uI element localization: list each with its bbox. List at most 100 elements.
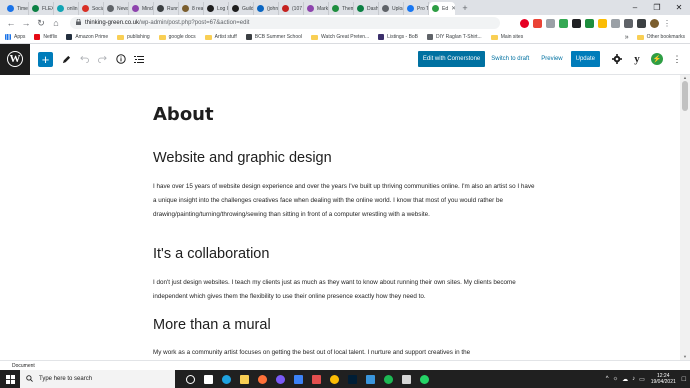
bookmark-item[interactable]: DIY Raglan T-Shirt... [427, 34, 482, 40]
wordpress-logo-button[interactable]: W [0, 43, 30, 75]
switch-to-draft-button[interactable]: Switch to draft [491, 56, 529, 62]
browser-menu-icon[interactable]: ⋮ [663, 19, 671, 28]
taskbar-media-button[interactable] [271, 370, 289, 388]
taskbar-file-explorer-button[interactable] [235, 370, 253, 388]
tray-icon[interactable]: ^ [606, 376, 609, 383]
profile-avatar[interactable] [650, 18, 659, 28]
taskbar-spotify-button[interactable] [379, 370, 397, 388]
taskbar-photoshop-button[interactable] [343, 370, 361, 388]
tray-icon[interactable]: ☼ [613, 376, 619, 383]
details-info-icon[interactable] [113, 52, 128, 67]
extension-icon[interactable] [585, 18, 594, 28]
taskbar-chrome-button[interactable] [325, 370, 343, 388]
more-options-icon[interactable]: ⋮ [670, 52, 684, 66]
extension-icon[interactable] [611, 18, 620, 28]
taskbar-edge-button[interactable] [217, 370, 235, 388]
browser-tab[interactable]: (107 [279, 2, 304, 15]
url-bar[interactable]: thinking-green.co.uk/wp-admin/post.php?p… [70, 17, 500, 29]
extension-icon[interactable] [533, 18, 542, 28]
extension-icon[interactable] [637, 18, 646, 28]
paragraph-website-design[interactable]: I have over 15 years of website design e… [153, 180, 538, 222]
browser-tab[interactable]: Mark [304, 2, 329, 15]
new-tab-button[interactable]: + [459, 3, 471, 13]
browser-tab[interactable]: Them [329, 2, 354, 15]
taskbar-firefox-button[interactable] [253, 370, 271, 388]
bookmark-item[interactable]: Netflix [34, 34, 57, 40]
taskbar-mail-button[interactable] [289, 370, 307, 388]
browser-tab[interactable]: onlin [54, 2, 79, 15]
edit-with-cornerstone-button[interactable]: Edit with Cornerstone [417, 51, 486, 67]
browser-tab[interactable]: Dash [354, 2, 379, 15]
browser-tab[interactable]: Ed ✕ [429, 2, 455, 15]
bookmark-item[interactable]: Watch Great Preten... [311, 34, 369, 40]
extension-icon[interactable] [520, 18, 529, 28]
browser-tab[interactable]: Log I [204, 2, 229, 15]
taskbar-whatsapp-button[interactable] [415, 370, 433, 388]
close-window-button[interactable]: ✕ [668, 0, 690, 15]
bookmark-item[interactable]: Amazon Prime [66, 34, 108, 40]
taskbar-photos-button[interactable] [361, 370, 379, 388]
bookmark-item[interactable]: Main sites [490, 34, 523, 40]
reload-button[interactable]: ↻ [34, 16, 48, 30]
yoast-seo-icon[interactable]: y [630, 52, 644, 66]
redo-icon[interactable] [95, 52, 110, 67]
browser-tab[interactable]: FLEX [29, 2, 54, 15]
extension-icon[interactable] [572, 18, 581, 28]
other-bookmarks[interactable]: Other bookmarks [647, 34, 685, 40]
heading-website-design[interactable]: Website and graphic design [153, 150, 332, 166]
taskbar-search-input[interactable]: Type here to search [20, 370, 175, 388]
browser-tab[interactable]: Runn [154, 2, 179, 15]
forward-button[interactable]: → [19, 16, 33, 30]
jetpack-icon[interactable]: ⚡ [650, 52, 664, 66]
extension-icon[interactable] [559, 18, 568, 28]
post-title[interactable]: About [153, 104, 214, 125]
heading-collaboration[interactable]: It's a collaboration [153, 246, 269, 262]
settings-gear-icon[interactable] [610, 52, 624, 66]
preview-button[interactable]: Preview [541, 56, 562, 62]
extension-icon[interactable] [624, 18, 633, 28]
bookmark-item[interactable]: google docs [158, 34, 196, 40]
browser-tab[interactable]: Mind [129, 2, 154, 15]
paragraph-mural[interactable]: My work as a community artist focuses on… [153, 346, 538, 360]
browser-tab[interactable]: Uploa [379, 2, 404, 15]
taskbar-app-button[interactable] [307, 370, 325, 388]
undo-icon[interactable] [77, 52, 92, 67]
extension-icon[interactable] [598, 18, 607, 28]
tray-icon[interactable]: ☁ [622, 376, 628, 383]
list-view-icon[interactable] [131, 52, 146, 67]
system-clock[interactable]: 12:24 19/04/2021 [651, 373, 676, 385]
browser-tab[interactable]: (john [254, 2, 279, 15]
bookmarks-more-button[interactable]: » [625, 34, 629, 41]
notification-icon[interactable]: □ [682, 376, 686, 383]
add-block-button[interactable]: + [38, 51, 53, 67]
bookmark-item[interactable]: Apps [5, 34, 25, 40]
tray-icon[interactable]: ♪ [632, 376, 635, 383]
bookmark-item[interactable]: Listings - BoB [378, 34, 418, 40]
bookmark-item[interactable]: Artist stuff [204, 34, 237, 40]
taskbar-calendar-button[interactable] [397, 370, 415, 388]
browser-tab[interactable]: Time [4, 2, 29, 15]
home-button[interactable]: ⌂ [49, 16, 63, 30]
editor-scrollbar[interactable]: ▲ ▼ [680, 75, 690, 360]
breadcrumb-document[interactable]: Document [12, 363, 35, 369]
browser-tab[interactable]: Guild [229, 2, 254, 15]
maximize-button[interactable]: ❐ [646, 0, 668, 15]
tray-icon[interactable]: ▭ [639, 376, 645, 383]
taskbar-cortana-button[interactable] [181, 370, 199, 388]
browser-tab[interactable]: Pro T [404, 2, 429, 15]
paragraph-collaboration[interactable]: I don't just design websites. I teach my… [153, 276, 538, 304]
tab-close-icon[interactable]: ✕ [451, 5, 455, 12]
bookmark-item[interactable]: publishing [117, 34, 150, 40]
extension-icon[interactable] [546, 18, 555, 28]
tools-pencil-icon[interactable] [59, 52, 74, 67]
bookmark-item[interactable]: BCB Summer School [245, 34, 302, 40]
back-button[interactable]: ← [4, 16, 18, 30]
browser-tab[interactable]: News [104, 2, 129, 15]
update-button[interactable]: Update [570, 51, 600, 67]
scroll-thumb[interactable] [682, 81, 688, 111]
taskbar-task-view-button[interactable] [199, 370, 217, 388]
minimize-button[interactable]: – [624, 0, 646, 15]
browser-tab[interactable]: Socia [79, 2, 104, 15]
heading-mural[interactable]: More than a mural [153, 317, 271, 333]
windows-start-button[interactable] [0, 370, 20, 388]
